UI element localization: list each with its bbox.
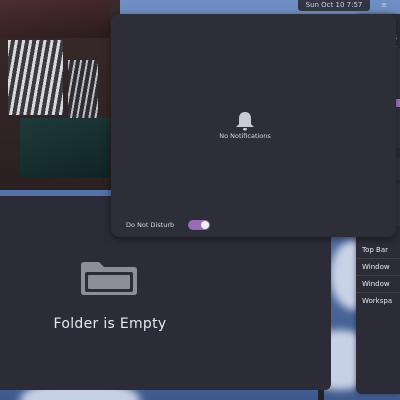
bell-icon [236, 112, 254, 131]
menu-icon[interactable]: ≡ [378, 0, 390, 11]
menu-item-window-2[interactable]: Window [362, 280, 390, 288]
divider [356, 275, 400, 276]
no-notifications-label: No Notifications [219, 132, 271, 140]
menu-item-top-bar[interactable]: Top Bar [362, 246, 388, 254]
menu-item-window[interactable]: Window [362, 263, 390, 271]
notification-panel: No Notifications Do Not Disturb [111, 14, 396, 237]
do-not-disturb-toggle[interactable] [188, 220, 210, 230]
empty-folder-label: Folder is Empty [53, 316, 167, 332]
folder-icon [81, 262, 137, 295]
menu-item-workspaces[interactable]: Workspa [362, 297, 392, 305]
topbar-clock[interactable]: Sun Oct 10 7:57 [298, 0, 370, 11]
toggle-knob [201, 221, 209, 229]
do-not-disturb-label: Do Not Disturb [126, 221, 175, 229]
building-image [0, 0, 120, 190]
divider [356, 292, 400, 293]
divider [356, 258, 400, 259]
